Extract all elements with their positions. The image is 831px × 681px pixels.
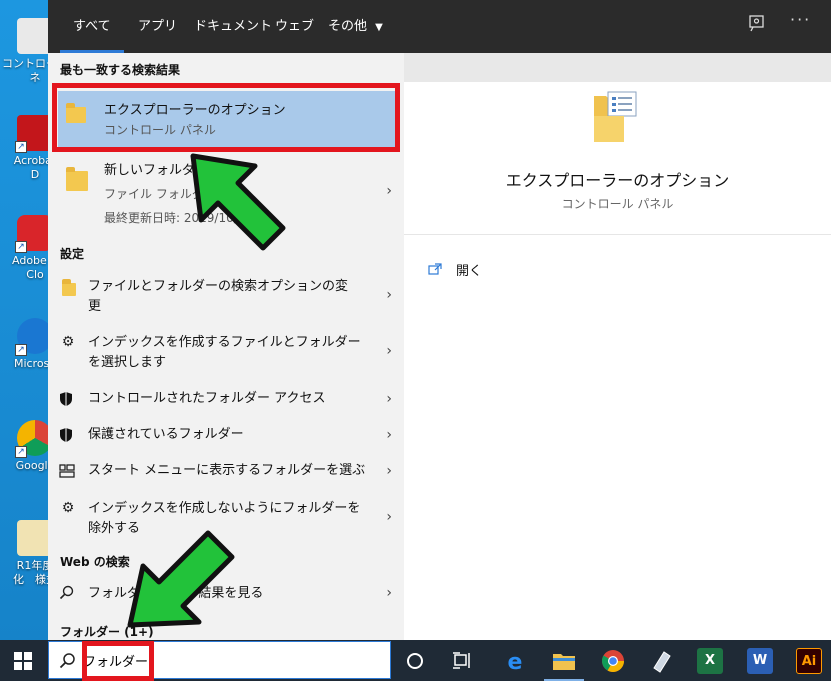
edge-taskbar-icon[interactable]: e bbox=[502, 648, 528, 674]
file-explorer-taskbar-icon[interactable] bbox=[551, 648, 577, 674]
cortana-icon[interactable] bbox=[405, 651, 425, 671]
search-icon bbox=[59, 653, 75, 669]
excel-taskbar-icon[interactable]: X bbox=[697, 648, 723, 674]
illustrator-taskbar-icon[interactable]: Ai bbox=[796, 648, 822, 674]
search-text-annotation-box bbox=[82, 641, 154, 681]
svg-text:e: e bbox=[508, 650, 523, 674]
green-arrow-lower bbox=[127, 530, 235, 628]
task-view-icon[interactable] bbox=[452, 652, 474, 670]
taskbar: e X W Ai bbox=[0, 640, 831, 681]
annotation-overlay bbox=[127, 153, 286, 628]
green-arrow-upper bbox=[190, 153, 286, 251]
chrome-taskbar-icon[interactable] bbox=[600, 648, 626, 674]
app-taskbar-icon[interactable] bbox=[648, 648, 674, 674]
word-taskbar-icon[interactable]: W bbox=[747, 648, 773, 674]
windows-start-icon[interactable] bbox=[14, 652, 32, 670]
